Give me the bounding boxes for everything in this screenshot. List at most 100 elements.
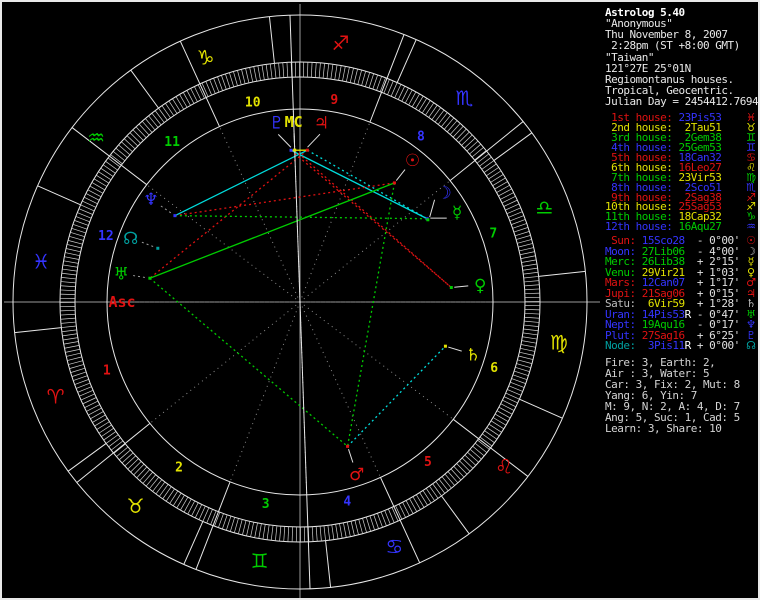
degree-tick xyxy=(94,417,108,427)
degree-tick xyxy=(148,115,159,128)
degree-tick xyxy=(62,337,78,341)
degree-tick xyxy=(432,483,442,497)
neptune-glyph-icon: ♆ xyxy=(143,190,158,210)
degree-tick xyxy=(481,160,495,170)
degree-tick xyxy=(258,523,262,539)
house-cusp-line xyxy=(449,121,524,182)
degree-tick xyxy=(161,105,171,119)
degree-tick xyxy=(139,469,151,481)
degree-tick xyxy=(217,76,223,91)
venus-glyph-icon: ♀ xyxy=(474,276,486,296)
zodiac-3-icon: ♋ xyxy=(385,534,403,558)
degree-tick xyxy=(492,417,507,426)
degree-tick xyxy=(486,167,499,177)
sign-boundary-line xyxy=(325,540,332,588)
degree-tick xyxy=(508,385,523,392)
aspect-line-sun-uranus xyxy=(149,182,395,279)
degree-tick xyxy=(154,110,165,123)
degree-tick xyxy=(372,74,379,90)
degree-tick xyxy=(520,344,536,348)
degree-tick xyxy=(112,151,126,162)
degree-tick xyxy=(162,486,172,500)
zodiac-9-icon: ♑ xyxy=(197,46,215,70)
degree-tick xyxy=(108,437,121,448)
degree-tick xyxy=(513,227,529,233)
degree-tick xyxy=(70,231,85,237)
degree-tick xyxy=(453,466,465,478)
degree-tick xyxy=(100,167,114,177)
degree-tick xyxy=(456,463,468,475)
degree-tick xyxy=(64,256,80,260)
degree-tick xyxy=(238,519,243,535)
degree-tick xyxy=(62,268,78,272)
degree-tick xyxy=(452,125,464,138)
house-cusp-spoke xyxy=(229,301,301,483)
degree-tick xyxy=(365,72,371,87)
degree-tick xyxy=(237,70,242,85)
degree-tick xyxy=(65,248,81,253)
degree-tick xyxy=(279,526,282,542)
house-cusp-spoke xyxy=(299,301,381,478)
degree-tick xyxy=(151,112,162,126)
sign-boundary-line xyxy=(67,443,107,472)
degree-tick xyxy=(522,336,538,340)
degree-tick xyxy=(455,128,467,141)
degree-tick xyxy=(110,440,124,451)
degree-tick xyxy=(127,458,139,470)
degree-tick xyxy=(519,247,534,252)
degree-tick xyxy=(63,260,79,264)
degree-tick xyxy=(138,123,150,136)
sign-boundary-line xyxy=(493,132,533,161)
degree-tick xyxy=(512,374,528,381)
house-cusp-spoke xyxy=(149,301,301,424)
mc-marker-dot xyxy=(293,148,297,152)
house-number-7: 7 xyxy=(489,227,497,242)
house-number-8: 8 xyxy=(417,129,425,144)
degree-tick xyxy=(357,69,362,85)
degree-tick xyxy=(488,170,502,180)
zodiac-2-icon: ♊ xyxy=(251,549,269,573)
degree-tick xyxy=(314,62,317,78)
degree-tick xyxy=(115,147,128,158)
degree-tick xyxy=(121,141,133,153)
degree-tick xyxy=(444,117,455,130)
pluto-marker-dot xyxy=(289,148,293,152)
degree-tick xyxy=(335,524,339,540)
degree-tick xyxy=(168,100,178,114)
degree-tick xyxy=(210,510,217,525)
degree-tick xyxy=(245,68,250,83)
degree-tick xyxy=(67,240,83,245)
degree-tick xyxy=(110,154,123,165)
degree-tick xyxy=(282,62,285,78)
degree-tick xyxy=(484,430,498,440)
degree-tick xyxy=(176,494,185,509)
degree-tick xyxy=(66,352,81,357)
degree-tick xyxy=(409,498,418,512)
house-row-sign-icon: ♒ xyxy=(746,220,756,234)
degree-tick xyxy=(105,161,118,171)
degree-tick xyxy=(514,231,530,237)
degree-tick xyxy=(118,144,131,155)
degree-tick xyxy=(60,313,76,316)
degree-tick xyxy=(327,525,331,541)
degree-tick xyxy=(62,264,78,268)
chart-wheel: 123 456789101112♈♉♊♋♌♍♎♏♐♑♒♓☉☽☿♀♂♃♄♅♆♇☊MC… xyxy=(4,4,600,598)
degree-tick xyxy=(67,356,82,361)
degree-tick xyxy=(118,449,131,461)
degree-tick xyxy=(250,522,255,537)
degree-tick xyxy=(254,522,258,538)
degree-tick xyxy=(135,126,147,138)
neptune-pointer-line xyxy=(160,205,173,215)
degree-tick xyxy=(70,367,86,373)
degree-tick xyxy=(350,521,355,536)
degree-tick xyxy=(421,100,431,114)
house-number-2: 2 xyxy=(175,461,183,476)
degree-tick xyxy=(246,521,251,537)
degree-tick xyxy=(75,216,90,223)
degree-tick xyxy=(241,69,246,84)
degree-tick xyxy=(464,454,477,466)
mars-pointer-line xyxy=(348,449,354,463)
degree-tick xyxy=(524,280,540,283)
zodiac-1-icon: ♉ xyxy=(127,494,145,518)
degree-tick xyxy=(229,72,235,88)
